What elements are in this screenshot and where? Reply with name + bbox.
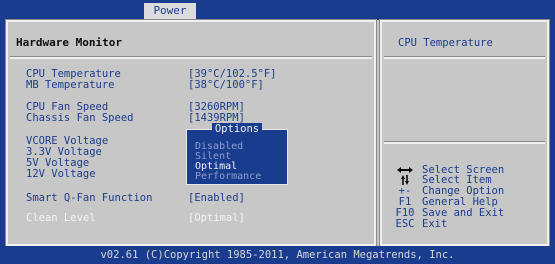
clean-level-value[interactable]: [Optimal]	[188, 212, 245, 224]
help-title: CPU Temperature	[398, 37, 493, 49]
key-esc: ESC	[395, 218, 415, 230]
options-title-text: Options	[211, 123, 263, 135]
smart-qfan-label[interactable]: Smart Q-Fan Function	[26, 192, 152, 204]
help-divider-top	[384, 56, 545, 59]
options-popup: Options Disabled Silent Optimal Performa…	[186, 123, 288, 185]
options-popup-title: Options	[187, 123, 287, 135]
voltage-12v-label[interactable]: 12V Voltage	[26, 168, 96, 180]
top-menu-bar: Power	[0, 0, 555, 20]
tab-power[interactable]: Power	[144, 3, 196, 19]
help-divider-bottom	[384, 141, 545, 144]
mb-temperature-label[interactable]: MB Temperature	[26, 79, 115, 91]
option-performance[interactable]: Performance	[195, 171, 261, 182]
key-exit: ESC Exit	[392, 218, 448, 230]
smart-qfan-value[interactable]: [Enabled]	[188, 192, 245, 204]
key-desc-exit: Exit	[422, 218, 448, 230]
mb-temperature-value: [38°C/100°F]	[188, 79, 264, 91]
section-divider	[10, 56, 372, 59]
clean-level-label[interactable]: Clean Level	[26, 212, 96, 224]
chassis-fan-speed-label[interactable]: Chassis Fan Speed	[26, 112, 133, 124]
copyright-footer: v02.61 (C)Copyright 1985-2011, American …	[0, 246, 555, 264]
section-title: Hardware Monitor	[16, 36, 122, 49]
